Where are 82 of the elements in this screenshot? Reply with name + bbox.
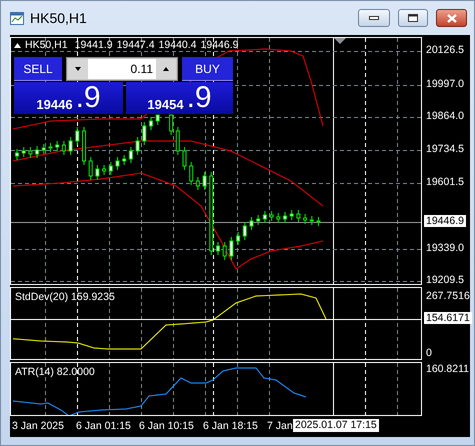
candlestick — [316, 216, 320, 226]
sell-button[interactable]: SELL — [14, 57, 62, 81]
candlestick — [202, 172, 207, 190]
time-label: 6 Jan 10:15 — [139, 420, 194, 432]
close-icon — [446, 14, 456, 22]
time-label: 6 Jan 01:15 — [76, 420, 131, 432]
price-label: 19734.5 — [426, 143, 464, 155]
indicator-scale-label: 160.8211 — [426, 363, 470, 375]
candlestick — [48, 142, 52, 152]
candlestick — [296, 210, 300, 222]
candlestick — [216, 242, 220, 256]
minimize-button[interactable] — [358, 9, 390, 27]
candlestick — [122, 154, 126, 166]
candlestick — [270, 210, 274, 222]
close-button[interactable] — [436, 9, 467, 27]
cursor-time-label: 2025.01.07 17:15 — [293, 419, 379, 432]
candlestick — [196, 176, 200, 190]
time-label: 6 Jan 18:15 — [203, 420, 258, 432]
candlestick — [42, 144, 46, 154]
candlestick — [28, 146, 32, 158]
candlestick — [82, 126, 86, 166]
bid-price-button[interactable]: 19446.9 — [14, 82, 123, 114]
time-label: 7 Jan — [267, 420, 293, 432]
candlestick — [136, 136, 140, 156]
indicator-scale-label: 0 — [426, 347, 432, 359]
candlestick — [22, 146, 26, 158]
time-label: 3 Jan 2025 — [12, 420, 64, 432]
candlestick — [62, 140, 66, 156]
price-label: 20126.5 — [426, 44, 464, 56]
symbol-label: HK50,H1 — [25, 39, 68, 51]
ohlc-value: 19446.9 — [200, 39, 238, 51]
restore-button[interactable] — [398, 9, 428, 27]
candlestick — [283, 212, 287, 224]
price-label: 19601.5 — [426, 176, 464, 188]
shift-marker-icon[interactable] — [334, 38, 346, 44]
candlestick — [182, 146, 186, 170]
candlestick — [189, 162, 194, 186]
window-title: HK50,H1 — [30, 8, 87, 28]
indicator-label: ATR(14) 82.0000 — [15, 366, 95, 378]
indicator-label: StdDev(20) 159.9235 — [15, 291, 115, 303]
cursor-value-label: 154.6171 — [424, 312, 472, 324]
candlestick — [242, 222, 247, 240]
price-label: 19209.5 — [426, 274, 464, 286]
candlestick — [290, 210, 294, 220]
candlestick — [276, 212, 280, 224]
indicator-scale-label: 267.7516 — [426, 290, 470, 302]
candlestick — [102, 164, 106, 176]
candlestick — [55, 140, 60, 152]
candlestick — [95, 164, 100, 180]
candlestick — [222, 242, 227, 260]
chart-window-icon — [10, 12, 24, 24]
candlestick — [236, 232, 240, 246]
candlestick — [250, 216, 254, 230]
candlestick — [229, 236, 234, 260]
candlestick — [128, 146, 133, 164]
candlestick — [15, 148, 19, 160]
candlestick — [68, 136, 73, 156]
candlestick — [303, 214, 308, 224]
candlestick — [35, 146, 40, 158]
candlestick — [176, 126, 180, 156]
candlestick — [149, 116, 153, 130]
candlestick — [169, 114, 174, 136]
restore-icon — [408, 14, 418, 22]
ask-price-button[interactable]: 19454.9 — [126, 82, 233, 114]
candlestick — [262, 210, 267, 224]
buy-button[interactable]: BUY — [182, 57, 233, 81]
candlestick — [256, 214, 260, 226]
candlestick — [156, 114, 160, 126]
candlestick — [310, 216, 314, 226]
candlestick — [116, 156, 120, 170]
minimize-icon — [369, 16, 379, 20]
candlestick — [142, 122, 146, 146]
candlestick — [88, 156, 93, 180]
candlestick — [108, 162, 113, 176]
current-price-label: 19446.9 — [424, 215, 466, 227]
ohlc-value: 19441.9 — [74, 39, 113, 51]
price-label: 19864.0 — [426, 110, 464, 122]
ohlc-value: 19447.4 — [116, 39, 155, 51]
price-label: 19997.0 — [426, 78, 464, 90]
price-label: 19339.0 — [426, 242, 464, 254]
collapse-icon[interactable] — [14, 42, 21, 48]
ohlc-value: 19440.4 — [158, 39, 197, 51]
